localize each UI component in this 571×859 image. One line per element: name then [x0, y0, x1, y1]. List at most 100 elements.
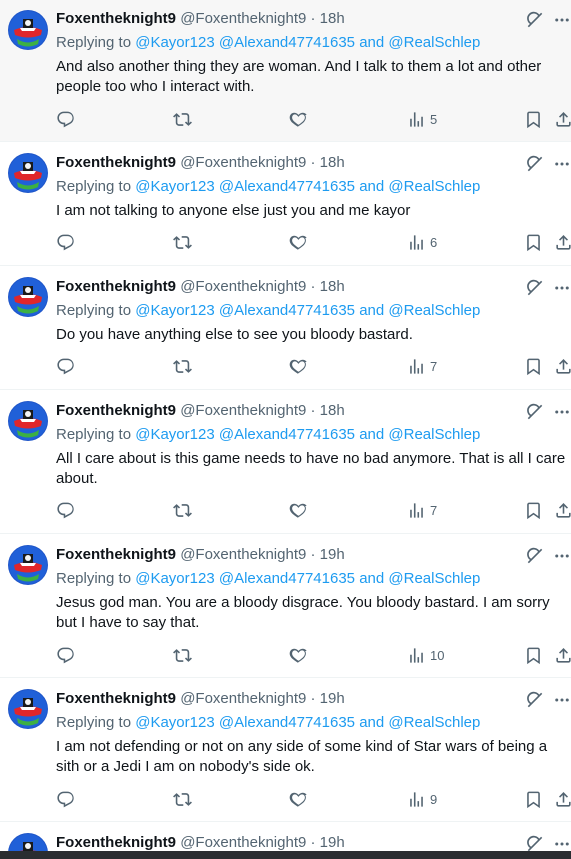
user-handle[interactable]: @Foxentheknight9 [180, 690, 306, 707]
reply-button[interactable] [56, 788, 75, 810]
retweet-button[interactable] [173, 644, 192, 666]
timestamp[interactable]: 18h [320, 402, 345, 419]
and-word[interactable]: and [359, 178, 384, 195]
timestamp[interactable]: 18h [320, 278, 345, 295]
like-button[interactable] [289, 231, 308, 253]
share-button[interactable] [554, 108, 571, 130]
timestamp[interactable]: 19h [320, 690, 345, 707]
mention-link[interactable]: @Alexand47741635 [219, 570, 355, 587]
mention-link[interactable]: @Kayor123 [135, 570, 214, 587]
bookmark-button[interactable] [524, 788, 543, 810]
display-name[interactable]: Foxentheknight9 [56, 690, 176, 707]
avatar[interactable] [8, 689, 48, 729]
timestamp[interactable]: 19h [320, 834, 345, 851]
mention-link[interactable]: @RealSchlep [388, 426, 480, 443]
views-button[interactable]: 7 [407, 355, 437, 377]
reply-button[interactable] [56, 499, 75, 521]
more-dots-icon[interactable] [553, 10, 571, 30]
avatar[interactable] [8, 401, 48, 441]
retweet-button[interactable] [173, 355, 192, 377]
avatar[interactable] [8, 545, 48, 585]
reply-button[interactable] [56, 231, 75, 253]
mention-link[interactable]: @Alexand47741635 [219, 178, 355, 195]
share-button[interactable] [554, 355, 571, 377]
mention-link[interactable]: @Alexand47741635 [219, 426, 355, 443]
like-button[interactable] [289, 108, 308, 130]
grok-icon[interactable] [525, 154, 545, 174]
grok-icon[interactable] [525, 402, 545, 422]
mention-link[interactable]: @RealSchlep [388, 570, 480, 587]
mention-link[interactable]: @RealSchlep [388, 714, 480, 731]
mention-link[interactable]: @Kayor123 [135, 302, 214, 319]
bookmark-button[interactable] [524, 355, 543, 377]
tweet[interactable]: Foxentheknight9 @Foxentheknight9 · 18h R… [0, 142, 571, 266]
share-button[interactable] [554, 231, 571, 253]
display-name[interactable]: Foxentheknight9 [56, 834, 176, 851]
more-dots-icon[interactable] [553, 690, 571, 710]
share-button[interactable] [554, 644, 571, 666]
and-word[interactable]: and [359, 302, 384, 319]
mention-link[interactable]: @Kayor123 [135, 34, 214, 51]
display-name[interactable]: Foxentheknight9 [56, 546, 176, 563]
tweet[interactable]: Foxentheknight9 @Foxentheknight9 · 19h R… [0, 534, 571, 678]
grok-icon[interactable] [525, 546, 545, 566]
more-dots-icon[interactable] [553, 402, 571, 422]
bookmark-button[interactable] [524, 499, 543, 521]
timestamp[interactable]: 18h [320, 10, 345, 27]
display-name[interactable]: Foxentheknight9 [56, 10, 176, 27]
bookmark-button[interactable] [524, 644, 543, 666]
mention-link[interactable]: @Alexand47741635 [219, 714, 355, 731]
user-handle[interactable]: @Foxentheknight9 [180, 402, 306, 419]
like-button[interactable] [289, 788, 308, 810]
and-word[interactable]: and [359, 714, 384, 731]
views-button[interactable]: 10 [407, 644, 444, 666]
share-button[interactable] [554, 788, 571, 810]
views-button[interactable]: 7 [407, 499, 437, 521]
display-name[interactable]: Foxentheknight9 [56, 402, 176, 419]
display-name[interactable]: Foxentheknight9 [56, 154, 176, 171]
avatar[interactable] [8, 10, 48, 50]
reply-button[interactable] [56, 355, 75, 377]
tweet[interactable]: Foxentheknight9 @Foxentheknight9 · 18h R… [0, 266, 571, 390]
like-button[interactable] [289, 499, 308, 521]
bookmark-button[interactable] [524, 231, 543, 253]
user-handle[interactable]: @Foxentheknight9 [180, 10, 306, 27]
display-name[interactable]: Foxentheknight9 [56, 278, 176, 295]
tweet[interactable]: Foxentheknight9 @Foxentheknight9 · 19h R… [0, 678, 571, 822]
share-button[interactable] [554, 499, 571, 521]
more-dots-icon[interactable] [553, 278, 571, 298]
and-word[interactable]: and [359, 34, 384, 51]
retweet-button[interactable] [173, 231, 192, 253]
mention-link[interactable]: @RealSchlep [388, 34, 480, 51]
mention-link[interactable]: @RealSchlep [388, 302, 480, 319]
mention-link[interactable]: @Kayor123 [135, 714, 214, 731]
like-button[interactable] [289, 644, 308, 666]
more-dots-icon[interactable] [553, 154, 571, 174]
grok-icon[interactable] [525, 10, 545, 30]
avatar[interactable] [8, 153, 48, 193]
tweet[interactable]: Foxentheknight9 @Foxentheknight9 · 18h R… [0, 0, 571, 142]
retweet-button[interactable] [173, 788, 192, 810]
user-handle[interactable]: @Foxentheknight9 [180, 278, 306, 295]
and-word[interactable]: and [359, 570, 384, 587]
more-dots-icon[interactable] [553, 546, 571, 566]
views-button[interactable]: 5 [407, 108, 437, 130]
timestamp[interactable]: 19h [320, 546, 345, 563]
and-word[interactable]: and [359, 426, 384, 443]
bookmark-button[interactable] [524, 108, 543, 130]
mention-link[interactable]: @Alexand47741635 [219, 34, 355, 51]
retweet-button[interactable] [173, 499, 192, 521]
reply-button[interactable] [56, 644, 75, 666]
avatar[interactable] [8, 277, 48, 317]
timestamp[interactable]: 18h [320, 154, 345, 171]
mention-link[interactable]: @Kayor123 [135, 426, 214, 443]
mention-link[interactable]: @RealSchlep [388, 178, 480, 195]
grok-icon[interactable] [525, 690, 545, 710]
grok-icon[interactable] [525, 278, 545, 298]
user-handle[interactable]: @Foxentheknight9 [180, 154, 306, 171]
retweet-button[interactable] [173, 108, 192, 130]
like-button[interactable] [289, 355, 308, 377]
mention-link[interactable]: @Kayor123 [135, 178, 214, 195]
views-button[interactable]: 6 [407, 231, 437, 253]
user-handle[interactable]: @Foxentheknight9 [180, 546, 306, 563]
